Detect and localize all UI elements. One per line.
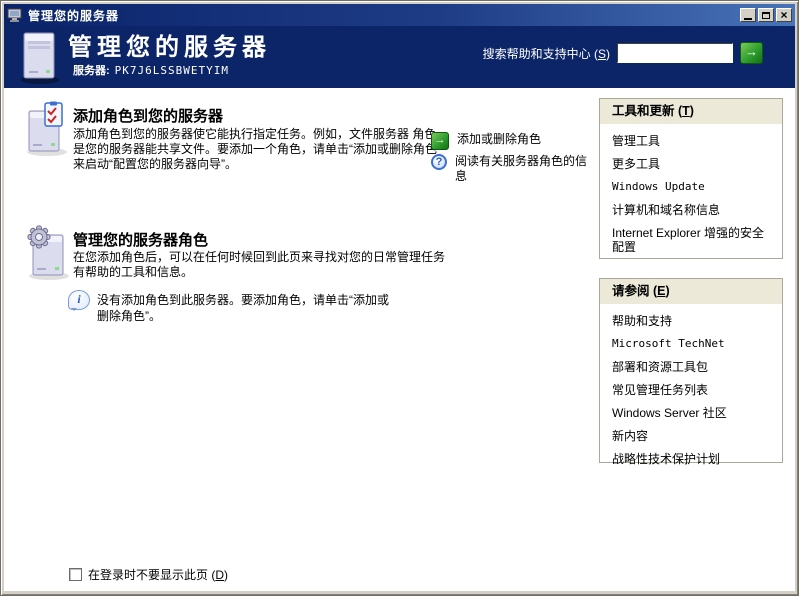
go-arrow-icon: → (431, 132, 449, 150)
search-area: 搜索帮助和支持中心 (S) → (483, 42, 763, 64)
link-add-remove-role[interactable]: → 添加或删除角色 (431, 132, 541, 150)
dont-show-label[interactable]: 在登录时不要显示此页 (D) (88, 566, 228, 583)
go-arrow-icon: → (745, 44, 758, 59)
server-label: 服务器: (73, 65, 110, 77)
minimize-button[interactable] (740, 8, 756, 22)
link-label: 阅读有关服务器角色的信息 (455, 154, 588, 183)
tools-panel-header: 工具和更新 (T) (600, 99, 782, 124)
see-also-panel: 请参阅 (E) 帮助和支持 Microsoft TechNet 部署和资源工具包… (599, 278, 783, 466)
window-monitor-icon (7, 8, 22, 22)
info-balloon-icon: i (68, 290, 90, 311)
page-title: 管理您的服务器 (68, 34, 271, 61)
sidebar-item-microsoft-technet[interactable]: Microsoft TechNet (612, 337, 774, 351)
see-also-panel-header: 请参阅 (E) (600, 279, 782, 304)
server-tower-icon (20, 32, 60, 84)
sidebar-item-more-tools[interactable]: 更多工具 (612, 157, 774, 171)
sidebar-item-computer-domain-info[interactable]: 计算机和域名称信息 (612, 203, 774, 217)
link-label: 添加或删除角色 (457, 132, 542, 146)
search-go-button[interactable]: → (740, 42, 763, 64)
no-roles-note: 没有添加角色到此服务器。要添加角色，请单击“添加或删除角色”。 (97, 293, 389, 323)
sidebar-item-common-admin-tasks[interactable]: 常见管理任务列表 (612, 383, 774, 397)
maximize-icon (762, 11, 770, 19)
tools-and-updates-panel: 工具和更新 (T) 管理工具 更多工具 Windows Update 计算机和域… (599, 98, 783, 259)
link-read-about-roles[interactable]: ? 阅读有关服务器角色的信息 (431, 154, 595, 184)
dont-show-checkbox[interactable] (69, 568, 82, 581)
title-bar: 管理您的服务器 × (4, 4, 795, 26)
section-add-roles-title: 添加角色到您的服务器 (73, 108, 224, 125)
search-label: 搜索帮助和支持中心 (S) (482, 46, 610, 61)
sidebar-item-ie-enhanced-security[interactable]: Internet Explorer 增强的安全配置 (612, 226, 774, 254)
sidebar-item-deployment-resource-kit[interactable]: 部署和资源工具包 (612, 360, 774, 374)
server-name: PK7J6LSSBWETYIM (114, 64, 230, 77)
section-manage-roles-body: 在您添加角色后，可以在任何时候回到此页来寻找对您的日常管理任务有帮助的工具和信息… (73, 250, 446, 279)
sidebar-item-help-support[interactable]: 帮助和支持 (612, 314, 774, 328)
server-name-row: 服务器: PK7J6LSSBWETYIM (73, 62, 229, 78)
search-input[interactable] (617, 43, 733, 63)
window-title: 管理您的服务器 (28, 8, 120, 23)
gear-glyph (27, 225, 51, 249)
help-icon: ? (431, 154, 447, 170)
sidebar-item-strategic-tech-protection[interactable]: 战略性技术保护计划 (612, 452, 774, 466)
sidebar-item-windows-server-community[interactable]: Windows Server 社区 (612, 406, 774, 420)
page-header: 管理您的服务器 服务器: PK7J6LSSBWETYIM 搜索帮助和支持中心 (… (4, 26, 795, 88)
server-gear-icon (27, 225, 69, 280)
minimize-icon (744, 17, 752, 20)
sidebar-item-admin-tools[interactable]: 管理工具 (612, 134, 774, 148)
dont-show-row: 在登录时不要显示此页 (D) (69, 566, 228, 583)
sidebar-item-whats-new[interactable]: 新内容 (612, 429, 774, 443)
close-button[interactable]: × (776, 8, 792, 22)
manage-your-server-window: 管理您的服务器 × 管理您的服务器 服务器: PK7J6LSSBWETYIM 搜… (0, 0, 799, 596)
close-icon: × (780, 8, 788, 22)
section-manage-roles-title: 管理您的服务器角色 (73, 232, 209, 249)
maximize-button[interactable] (758, 8, 774, 22)
section-add-roles-body: 添加角色到您的服务器使它能执行指定任务。例如，文件服务器 角色是您的服务器能共享… (73, 127, 441, 171)
sidebar-item-windows-update[interactable]: Windows Update (612, 180, 774, 194)
server-checklist-icon (27, 101, 67, 156)
